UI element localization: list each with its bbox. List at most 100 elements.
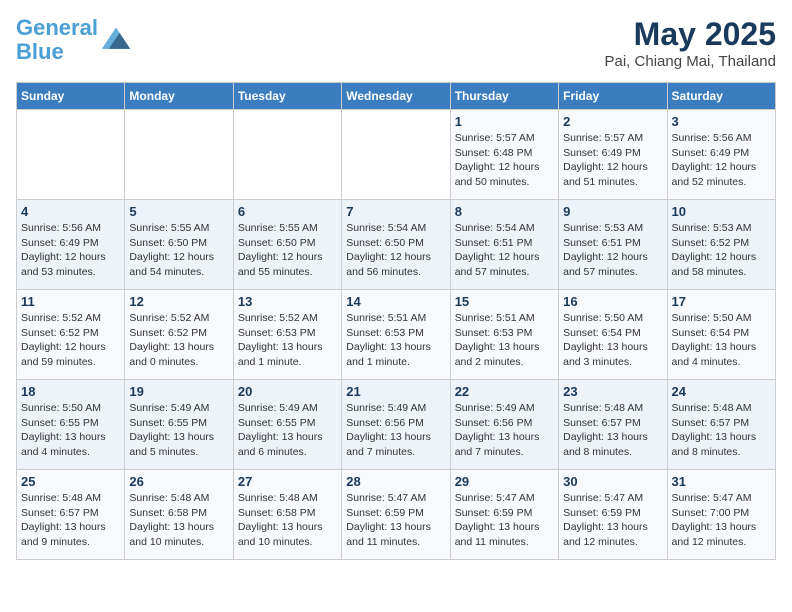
day-number: 6 xyxy=(238,204,337,219)
logo-icon xyxy=(100,24,132,56)
day-number: 15 xyxy=(455,294,554,309)
logo: General Blue xyxy=(16,16,132,64)
day-info: Sunrise: 5:49 AM Sunset: 6:56 PM Dayligh… xyxy=(455,401,554,460)
calendar-day: 27Sunrise: 5:48 AM Sunset: 6:58 PM Dayli… xyxy=(233,470,341,560)
day-number: 28 xyxy=(346,474,445,489)
day-info: Sunrise: 5:47 AM Sunset: 6:59 PM Dayligh… xyxy=(455,491,554,550)
calendar-week-0: 1 Sunrise: 5:57 AM Sunset: 6:48 PM Daylig… xyxy=(17,110,776,200)
day-info: Sunrise: 5:49 AM Sunset: 6:55 PM Dayligh… xyxy=(129,401,228,460)
day-info: Sunrise: 5:56 AM Sunset: 6:49 PM Dayligh… xyxy=(21,221,120,280)
calendar-day xyxy=(17,110,125,200)
page-subtitle: Pai, Chiang Mai, Thailand xyxy=(605,53,777,70)
calendar-day: 5 Sunrise: 5:55 AM Sunset: 6:50 PM Daylig… xyxy=(125,200,233,290)
day-number: 17 xyxy=(672,294,771,309)
calendar-day: 24Sunrise: 5:48 AM Sunset: 6:57 PM Dayli… xyxy=(667,380,775,470)
day-number: 12 xyxy=(129,294,228,309)
day-info: Sunrise: 5:47 AM Sunset: 6:59 PM Dayligh… xyxy=(346,491,445,550)
day-number: 25 xyxy=(21,474,120,489)
day-number: 23 xyxy=(563,384,662,399)
day-number: 22 xyxy=(455,384,554,399)
calendar-day: 18Sunrise: 5:50 AM Sunset: 6:55 PM Dayli… xyxy=(17,380,125,470)
logo-line1: General xyxy=(16,15,98,40)
day-info: Sunrise: 5:50 AM Sunset: 6:54 PM Dayligh… xyxy=(672,311,771,370)
header-tuesday: Tuesday xyxy=(233,83,341,110)
day-number: 9 xyxy=(563,204,662,219)
calendar-day xyxy=(233,110,341,200)
calendar-week-3: 18Sunrise: 5:50 AM Sunset: 6:55 PM Dayli… xyxy=(17,380,776,470)
header-friday: Friday xyxy=(559,83,667,110)
day-number: 11 xyxy=(21,294,120,309)
calendar-day: 13 Sunrise: 5:52 AM Sunset: 6:53 PM Dayli… xyxy=(233,290,341,380)
day-number: 29 xyxy=(455,474,554,489)
day-number: 3 xyxy=(672,114,771,129)
calendar-day: 29 Sunrise: 5:47 AM Sunset: 6:59 PM Dayli… xyxy=(450,470,558,560)
day-info: Sunrise: 5:49 AM Sunset: 6:55 PM Dayligh… xyxy=(238,401,337,460)
day-number: 19 xyxy=(129,384,228,399)
calendar-day: 7 Sunrise: 5:54 AM Sunset: 6:50 PM Daylig… xyxy=(342,200,450,290)
day-info: Sunrise: 5:52 AM Sunset: 6:52 PM Dayligh… xyxy=(21,311,120,370)
header-thursday: Thursday xyxy=(450,83,558,110)
calendar-day: 3 Sunrise: 5:56 AM Sunset: 6:49 PM Daylig… xyxy=(667,110,775,200)
calendar-day: 11 Sunrise: 5:52 AM Sunset: 6:52 PM Dayli… xyxy=(17,290,125,380)
day-info: Sunrise: 5:54 AM Sunset: 6:50 PM Dayligh… xyxy=(346,221,445,280)
day-info: Sunrise: 5:57 AM Sunset: 6:49 PM Dayligh… xyxy=(563,131,662,190)
calendar-day: 6 Sunrise: 5:55 AM Sunset: 6:50 PM Daylig… xyxy=(233,200,341,290)
day-info: Sunrise: 5:48 AM Sunset: 6:57 PM Dayligh… xyxy=(563,401,662,460)
day-number: 14 xyxy=(346,294,445,309)
day-number: 1 xyxy=(455,114,554,129)
day-number: 5 xyxy=(129,204,228,219)
calendar-day: 9 Sunrise: 5:53 AM Sunset: 6:51 PM Daylig… xyxy=(559,200,667,290)
calendar-week-1: 4Sunrise: 5:56 AM Sunset: 6:49 PM Daylig… xyxy=(17,200,776,290)
day-info: Sunrise: 5:55 AM Sunset: 6:50 PM Dayligh… xyxy=(238,221,337,280)
day-number: 24 xyxy=(672,384,771,399)
header-saturday: Saturday xyxy=(667,83,775,110)
day-number: 27 xyxy=(238,474,337,489)
calendar-day: 10Sunrise: 5:53 AM Sunset: 6:52 PM Dayli… xyxy=(667,200,775,290)
day-number: 30 xyxy=(563,474,662,489)
day-info: Sunrise: 5:56 AM Sunset: 6:49 PM Dayligh… xyxy=(672,131,771,190)
title-block: May 2025 Pai, Chiang Mai, Thailand xyxy=(605,16,777,70)
header-wednesday: Wednesday xyxy=(342,83,450,110)
page-header: General Blue May 2025 Pai, Chiang Mai, T… xyxy=(16,16,776,70)
calendar-day: 16 Sunrise: 5:50 AM Sunset: 6:54 PM Dayli… xyxy=(559,290,667,380)
day-number: 20 xyxy=(238,384,337,399)
day-number: 21 xyxy=(346,384,445,399)
calendar-day: 4Sunrise: 5:56 AM Sunset: 6:49 PM Daylig… xyxy=(17,200,125,290)
day-info: Sunrise: 5:47 AM Sunset: 7:00 PM Dayligh… xyxy=(672,491,771,550)
day-number: 2 xyxy=(563,114,662,129)
calendar-day xyxy=(342,110,450,200)
calendar-day: 23 Sunrise: 5:48 AM Sunset: 6:57 PM Dayli… xyxy=(559,380,667,470)
day-info: Sunrise: 5:55 AM Sunset: 6:50 PM Dayligh… xyxy=(129,221,228,280)
calendar-day: 22 Sunrise: 5:49 AM Sunset: 6:56 PM Dayli… xyxy=(450,380,558,470)
day-info: Sunrise: 5:54 AM Sunset: 6:51 PM Dayligh… xyxy=(455,221,554,280)
calendar-day: 15 Sunrise: 5:51 AM Sunset: 6:53 PM Dayli… xyxy=(450,290,558,380)
calendar-day: 19 Sunrise: 5:49 AM Sunset: 6:55 PM Dayli… xyxy=(125,380,233,470)
calendar-day: 2 Sunrise: 5:57 AM Sunset: 6:49 PM Daylig… xyxy=(559,110,667,200)
calendar-table: SundayMondayTuesdayWednesdayThursdayFrid… xyxy=(16,82,776,560)
day-info: Sunrise: 5:57 AM Sunset: 6:48 PM Dayligh… xyxy=(455,131,554,190)
day-number: 7 xyxy=(346,204,445,219)
calendar-day: 31 Sunrise: 5:47 AM Sunset: 7:00 PM Dayli… xyxy=(667,470,775,560)
calendar-day: 17 Sunrise: 5:50 AM Sunset: 6:54 PM Dayli… xyxy=(667,290,775,380)
day-info: Sunrise: 5:51 AM Sunset: 6:53 PM Dayligh… xyxy=(346,311,445,370)
day-number: 13 xyxy=(238,294,337,309)
calendar-day xyxy=(125,110,233,200)
calendar-day: 25 Sunrise: 5:48 AM Sunset: 6:57 PM Dayli… xyxy=(17,470,125,560)
day-info: Sunrise: 5:52 AM Sunset: 6:53 PM Dayligh… xyxy=(238,311,337,370)
calendar-week-2: 11 Sunrise: 5:52 AM Sunset: 6:52 PM Dayli… xyxy=(17,290,776,380)
day-info: Sunrise: 5:48 AM Sunset: 6:57 PM Dayligh… xyxy=(21,491,120,550)
day-info: Sunrise: 5:47 AM Sunset: 6:59 PM Dayligh… xyxy=(563,491,662,550)
day-info: Sunrise: 5:52 AM Sunset: 6:52 PM Dayligh… xyxy=(129,311,228,370)
calendar-day: 20 Sunrise: 5:49 AM Sunset: 6:55 PM Dayli… xyxy=(233,380,341,470)
logo-text: General Blue xyxy=(16,16,98,64)
day-number: 31 xyxy=(672,474,771,489)
day-info: Sunrise: 5:50 AM Sunset: 6:54 PM Dayligh… xyxy=(563,311,662,370)
day-info: Sunrise: 5:53 AM Sunset: 6:51 PM Dayligh… xyxy=(563,221,662,280)
calendar-day: 30 Sunrise: 5:47 AM Sunset: 6:59 PM Dayli… xyxy=(559,470,667,560)
day-number: 16 xyxy=(563,294,662,309)
day-info: Sunrise: 5:53 AM Sunset: 6:52 PM Dayligh… xyxy=(672,221,771,280)
calendar-day: 12 Sunrise: 5:52 AM Sunset: 6:52 PM Dayli… xyxy=(125,290,233,380)
calendar-day: 26Sunrise: 5:48 AM Sunset: 6:58 PM Dayli… xyxy=(125,470,233,560)
day-info: Sunrise: 5:48 AM Sunset: 6:58 PM Dayligh… xyxy=(129,491,228,550)
day-info: Sunrise: 5:51 AM Sunset: 6:53 PM Dayligh… xyxy=(455,311,554,370)
